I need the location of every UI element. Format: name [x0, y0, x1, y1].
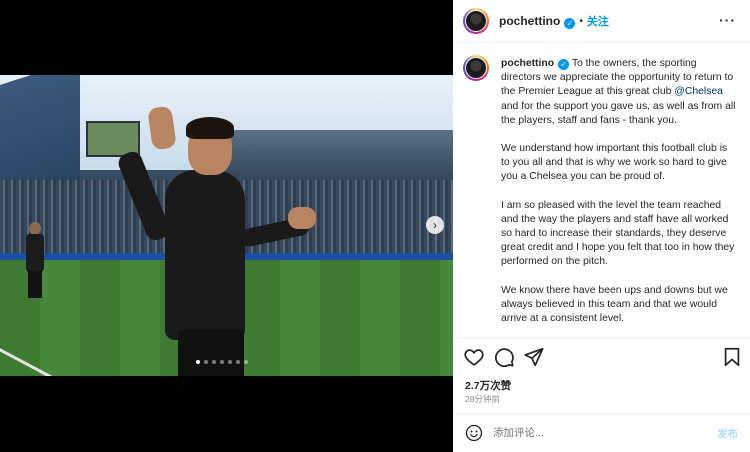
caption-area: pochettino ✓ To the owners, the sporting …	[453, 43, 750, 337]
emoji-icon[interactable]	[465, 424, 483, 442]
post-comment-button[interactable]: 发布	[717, 426, 738, 441]
post-header: pochettino ✓ • 关注 ···	[453, 0, 750, 43]
comment-input[interactable]	[493, 424, 693, 442]
caption-username[interactable]: pochettino	[501, 58, 554, 69]
like-count[interactable]: 2.7万次赞	[465, 378, 511, 393]
caption-p3: I am so pleased with the level the team …	[501, 199, 735, 268]
carousel-dot	[244, 360, 248, 364]
divider	[453, 337, 750, 338]
manager-figure	[115, 105, 320, 376]
comment-bar: 发布	[453, 415, 750, 452]
carousel-indicator	[196, 360, 248, 366]
post-media-panel: ›	[0, 0, 453, 452]
comment-icon[interactable]	[493, 346, 515, 368]
action-bar	[463, 346, 743, 368]
username-link[interactable]: pochettino ✓	[499, 14, 576, 29]
caption-p4: We know there have been ups and downs bu…	[501, 284, 728, 325]
carousel-dot	[236, 360, 240, 364]
like-heart-icon[interactable]	[463, 346, 485, 368]
caption-p1-b: and for the support you gave us, as well…	[501, 100, 736, 126]
caption-text: pochettino ✓ To the owners, the sporting …	[501, 57, 737, 337]
carousel-dot	[228, 360, 232, 364]
mention-link[interactable]: @Chelsea	[674, 86, 723, 97]
share-icon[interactable]	[523, 346, 545, 368]
post-side-panel: pochettino ✓ • 关注 ··· pochettino ✓ To the …	[453, 0, 750, 452]
separator-dot: •	[579, 15, 583, 27]
instagram-post-modal: › pochettino ✓ • 关注 ··· pochettino ✓ To th…	[0, 0, 750, 452]
verified-badge-icon: ✓	[558, 59, 570, 70]
carousel-dot	[196, 360, 200, 364]
verified-badge-icon: ✓	[564, 17, 576, 29]
carousel-dot	[204, 360, 208, 364]
background-person	[22, 220, 48, 298]
post-photo	[0, 75, 453, 376]
carousel-dot	[212, 360, 216, 364]
next-arrow-icon[interactable]: ›	[426, 216, 444, 234]
caption-p2: We understand how important this footbal…	[501, 143, 728, 183]
more-icon[interactable]: ···	[719, 12, 736, 28]
caption-avatar[interactable]	[463, 55, 489, 81]
post-time[interactable]: 28分钟前	[465, 393, 500, 405]
carousel-dot	[220, 360, 224, 364]
follow-button[interactable]: 关注	[587, 13, 609, 29]
avatar[interactable]	[463, 8, 489, 34]
save-bookmark-icon[interactable]	[721, 346, 743, 368]
